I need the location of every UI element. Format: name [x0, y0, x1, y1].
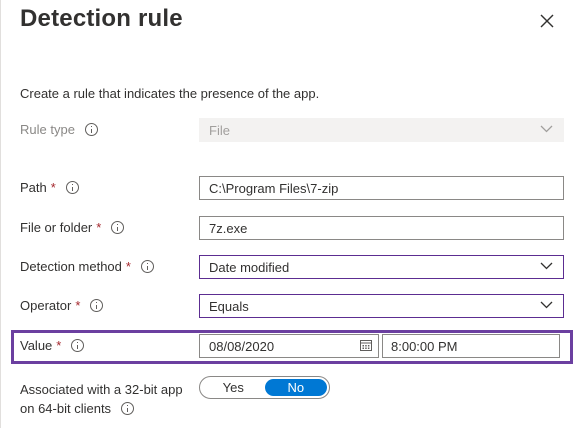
detection-method-label-text: Detection method — [20, 259, 122, 274]
info-icon[interactable] — [90, 299, 104, 312]
info-icon[interactable] — [84, 123, 98, 136]
file-or-folder-label-text: File or folder — [20, 220, 93, 235]
file-or-folder-input[interactable]: 7z.exe — [199, 216, 564, 240]
rule-type-label-text: Rule type — [20, 122, 75, 137]
info-icon[interactable] — [71, 339, 85, 352]
required-marker: * — [56, 338, 62, 353]
chevron-down-icon — [540, 301, 553, 309]
rule-type-label: Rule type — [20, 122, 98, 137]
panel-title: Detection rule — [20, 5, 183, 32]
value-label-text: Value — [20, 338, 53, 353]
path-input[interactable]: C:\Program Files\7-zip — [199, 176, 564, 200]
toggle-no-option[interactable]: No — [264, 379, 327, 396]
detection-rule-panel: Detection rule Create a rule that indica… — [0, 0, 579, 428]
required-marker: * — [96, 220, 102, 235]
detection-method-dropdown[interactable]: Date modified — [199, 255, 564, 279]
required-marker: * — [50, 180, 56, 195]
operator-dropdown[interactable]: Equals — [199, 294, 564, 318]
path-value: C:\Program Files\7-zip — [209, 180, 339, 196]
time-value: 8:00:00 PM — [391, 338, 458, 354]
close-icon[interactable] — [537, 11, 557, 31]
associated-32bit-toggle[interactable]: Yes No — [199, 376, 330, 399]
file-or-folder-value: 7z.exe — [209, 220, 248, 236]
associated-32bit-label: Associated with a 32-bit app on 64-bit c… — [20, 380, 183, 418]
required-marker: * — [125, 259, 131, 274]
rule-type-value: File — [209, 122, 230, 138]
chevron-down-icon — [540, 125, 553, 133]
detection-method-label: Detection method * — [20, 259, 154, 274]
chevron-down-icon — [540, 262, 553, 270]
info-icon[interactable] — [111, 221, 125, 234]
toggle-yes-option[interactable]: Yes — [202, 379, 265, 396]
info-icon[interactable] — [121, 402, 135, 415]
date-value: 08/08/2020 — [209, 338, 275, 354]
panel-description: Create a rule that indicates the presenc… — [20, 86, 320, 101]
associated-32bit-label-line2: on 64-bit clients — [20, 401, 112, 416]
rule-type-dropdown: File — [199, 118, 564, 142]
file-or-folder-label: File or folder * — [20, 220, 125, 235]
path-label-text: Path — [20, 180, 47, 195]
operator-label: Operator * — [20, 298, 104, 313]
path-label: Path * — [20, 180, 79, 195]
associated-32bit-label-line2-row: on 64-bit clients — [20, 399, 183, 418]
required-marker: * — [75, 298, 81, 313]
date-input[interactable]: 08/08/2020 — [199, 334, 379, 358]
detection-method-value: Date modified — [209, 259, 290, 275]
operator-value: Equals — [209, 298, 249, 314]
calendar-icon[interactable] — [360, 340, 372, 351]
operator-label-text: Operator — [20, 298, 72, 313]
associated-32bit-label-line1: Associated with a 32-bit app — [20, 382, 183, 397]
info-icon[interactable] — [65, 181, 79, 194]
info-icon[interactable] — [140, 260, 154, 273]
value-label: Value * — [20, 338, 85, 353]
time-input[interactable]: 8:00:00 PM — [382, 334, 560, 358]
